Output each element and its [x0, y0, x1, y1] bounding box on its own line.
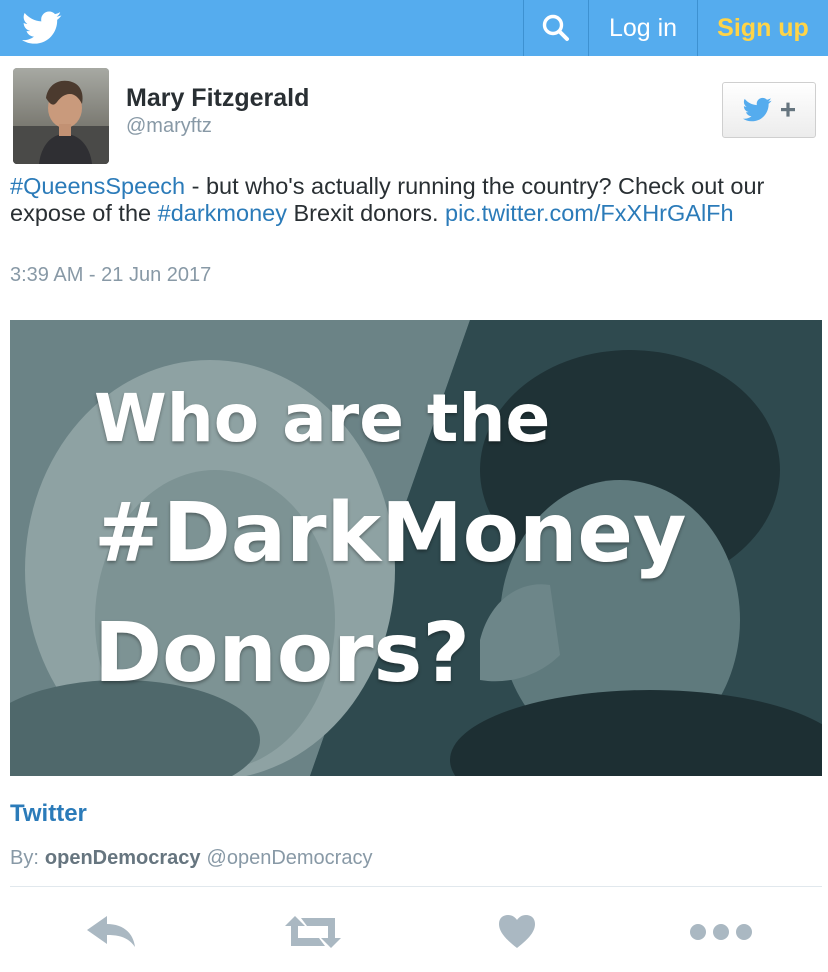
author-name[interactable]: Mary Fitzgerald [126, 84, 309, 113]
divider [10, 886, 822, 887]
twitter-bird-icon[interactable] [22, 10, 62, 46]
media-caption-line: #DarkMoney [94, 486, 687, 581]
tweet-text-segment: Brexit donors. [286, 199, 446, 226]
media-link[interactable]: pic.twitter.com/FxXHrGAlFh [445, 200, 734, 226]
more-button[interactable] [686, 910, 756, 954]
reply-icon [87, 916, 135, 947]
card-title[interactable]: Twitter [10, 800, 87, 828]
media-image[interactable]: Who are the #DarkMoney Donors? [10, 320, 822, 776]
hashtag-link[interactable]: #darkmoney [158, 200, 287, 226]
card-author[interactable]: openDemocracy [45, 847, 201, 869]
hashtag-link[interactable]: #QueensSpeech [10, 173, 185, 199]
card-author-handle[interactable]: @openDemocracy [207, 847, 373, 869]
like-button[interactable] [496, 910, 538, 954]
retweet-button[interactable] [282, 910, 344, 954]
follow-button[interactable] [722, 82, 816, 138]
search-button[interactable] [524, 0, 588, 56]
like-icon [499, 915, 535, 948]
avatar[interactable] [13, 68, 109, 164]
retweet-icon [285, 916, 341, 948]
reply-button[interactable] [84, 910, 138, 954]
media-caption-line: Donors? [94, 606, 470, 701]
search-icon [542, 14, 569, 41]
signup-button[interactable]: Sign up [698, 0, 828, 56]
follow-plus-icon [742, 97, 795, 122]
media-caption-line: Who are the [94, 380, 551, 457]
more-icon [690, 924, 752, 940]
card-byline: By: openDemocracy @openDemocracy [10, 847, 372, 870]
top-bar: Log in Sign up [0, 0, 828, 56]
by-label: By: [10, 847, 39, 869]
tweet-text: #QueensSpeech - but who's actually runni… [10, 173, 820, 226]
tweet-timestamp[interactable]: 3:39 AM - 21 Jun 2017 [10, 264, 211, 287]
author-handle[interactable]: @maryftz [126, 115, 212, 138]
login-button[interactable]: Log in [589, 0, 697, 56]
